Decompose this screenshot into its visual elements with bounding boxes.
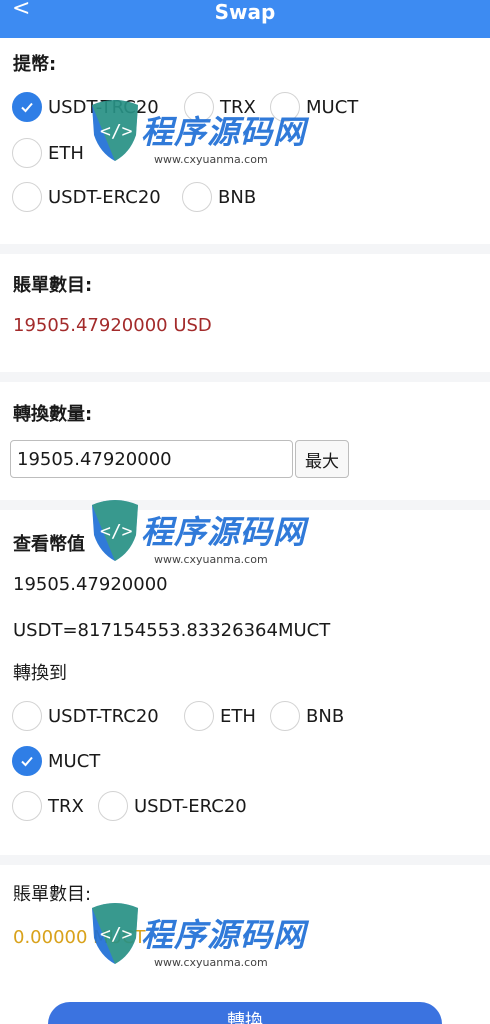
option-label: TRX [48, 795, 84, 817]
section-divider [0, 855, 490, 865]
watermark-shield-icon: </> [92, 100, 138, 161]
option-label: MUCT [306, 96, 359, 118]
option-label: MUCT [48, 750, 101, 772]
watermark-url: www.cxyuanma.com [154, 553, 268, 566]
app-header: < Swap [0, 0, 490, 38]
watermark-url: www.cxyuanma.com [154, 153, 268, 166]
convert-to-label: 轉換到 [13, 663, 67, 684]
option-label: ETH [48, 142, 84, 164]
result-amount: 0.00000 [13, 927, 88, 948]
amount-input[interactable] [10, 440, 293, 478]
radio-circle-icon [12, 791, 42, 821]
section-divider [0, 372, 490, 382]
option-label: ETH [220, 705, 256, 727]
watermark: </> 程序源码网 www.cxyuanma.com [86, 95, 305, 185]
withdraw-option-eth[interactable]: ETH [12, 137, 84, 169]
convert-option-usdt-erc20[interactable]: USDT-ERC20 [98, 790, 247, 822]
radio-circle-icon [12, 138, 42, 168]
svg-text:</>: </> [100, 521, 133, 542]
checkmark-icon [12, 746, 42, 776]
convert-amount-label: 轉換數量: [13, 404, 93, 425]
option-label: BNB [306, 705, 345, 727]
convert-option-bnb[interactable]: BNB [270, 700, 344, 732]
balance-label: 賬單數目: [13, 275, 93, 296]
watermark-text: 程序源码网 [141, 513, 307, 551]
radio-circle-icon [182, 182, 212, 212]
watermark: </> 程序源码网 www.cxyuanma.com [86, 495, 305, 585]
rate-label: 查看幣值 [13, 534, 85, 555]
rate-conversion: USDT=817154553.83326364MUCT [13, 620, 331, 641]
withdraw-option-usdt-erc20[interactable]: USDT-ERC20 [12, 181, 161, 213]
radio-circle-icon [270, 701, 300, 731]
radio-circle-icon [12, 182, 42, 212]
watermark-text: 程序源码网 [141, 113, 307, 151]
convert-option-muct[interactable]: MUCT [12, 745, 100, 777]
svg-text:</>: </> [100, 121, 133, 142]
radio-circle-icon [12, 701, 42, 731]
convert-option-usdt-trc20[interactable]: USDT-TRC20 [12, 700, 159, 732]
convert-submit-button[interactable]: 轉換 [48, 1002, 442, 1024]
option-label: BNB [218, 186, 257, 208]
section-divider [0, 244, 490, 254]
watermark-url: www.cxyuanma.com [154, 956, 268, 969]
page-title: Swap [214, 0, 276, 24]
convert-option-trx[interactable]: TRX [12, 790, 84, 822]
convert-option-eth[interactable]: ETH [184, 700, 256, 732]
option-label: USDT-ERC20 [134, 795, 247, 817]
option-label: USDT-ERC20 [48, 186, 161, 208]
watermark-shield-icon: </> [92, 903, 138, 964]
balance-value: 19505.47920000 USD [13, 315, 212, 336]
radio-circle-icon [98, 791, 128, 821]
watermark: </> 程序源码网 www.cxyuanma.com [86, 898, 305, 988]
checkmark-icon [12, 92, 42, 122]
watermark-shield-icon: </> [92, 500, 138, 561]
withdraw-label: 提幣: [13, 54, 57, 75]
result-label: 賬單數目: [13, 884, 92, 905]
withdraw-option-bnb[interactable]: BNB [182, 181, 256, 213]
option-label: USDT-TRC20 [48, 705, 159, 727]
watermark-text: 程序源码网 [141, 916, 307, 954]
radio-circle-icon [184, 701, 214, 731]
svg-text:</>: </> [100, 924, 133, 945]
max-button[interactable]: 最大 [295, 440, 349, 478]
